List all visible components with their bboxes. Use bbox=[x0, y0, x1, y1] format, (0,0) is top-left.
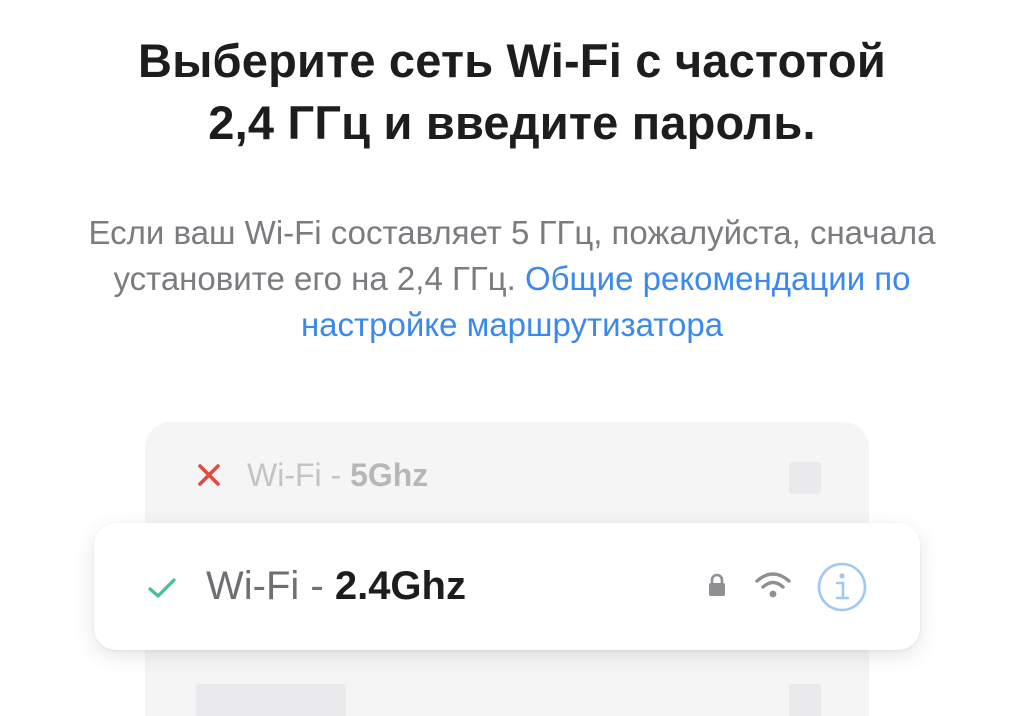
check-icon bbox=[148, 578, 176, 598]
network-name-24ghz: Wi-Fi - 2.4Ghz bbox=[206, 560, 466, 612]
network-prefix-5ghz: Wi-Fi - bbox=[247, 456, 351, 493]
page-title-line-1: Выберите сеть Wi-Fi с частотой bbox=[138, 34, 886, 87]
frequency-notice: Если ваш Wi-Fi составляет 5 ГГц, пожалуй… bbox=[40, 210, 984, 348]
network-band-24ghz: 2.4Ghz bbox=[334, 564, 466, 608]
page-title-line-2: 2,4 ГГц и введите пароль. bbox=[208, 96, 816, 149]
page-title: Выберите сеть Wi-Fi с частотой 2,4 ГГц и… bbox=[0, 30, 1024, 154]
placeholder-icon bbox=[789, 684, 821, 716]
network-band-5ghz: 5Ghz bbox=[350, 456, 429, 493]
wifi-icon bbox=[755, 572, 791, 598]
lock-icon bbox=[709, 573, 725, 596]
cross-icon bbox=[198, 464, 220, 486]
wifi-setup-screen: Выберите сеть Wi-Fi с частотой 2,4 ГГц и… bbox=[0, 0, 1024, 716]
network-row-5ghz: Wi-Fi - 5Ghz bbox=[196, 450, 428, 500]
network-name-5ghz: Wi-Fi - 5Ghz bbox=[247, 457, 428, 494]
placeholder-icon-5ghz bbox=[789, 462, 821, 494]
info-icon[interactable] bbox=[816, 561, 868, 613]
network-prefix-24ghz: Wi-Fi - bbox=[206, 564, 335, 608]
placeholder-network-name bbox=[196, 684, 346, 716]
